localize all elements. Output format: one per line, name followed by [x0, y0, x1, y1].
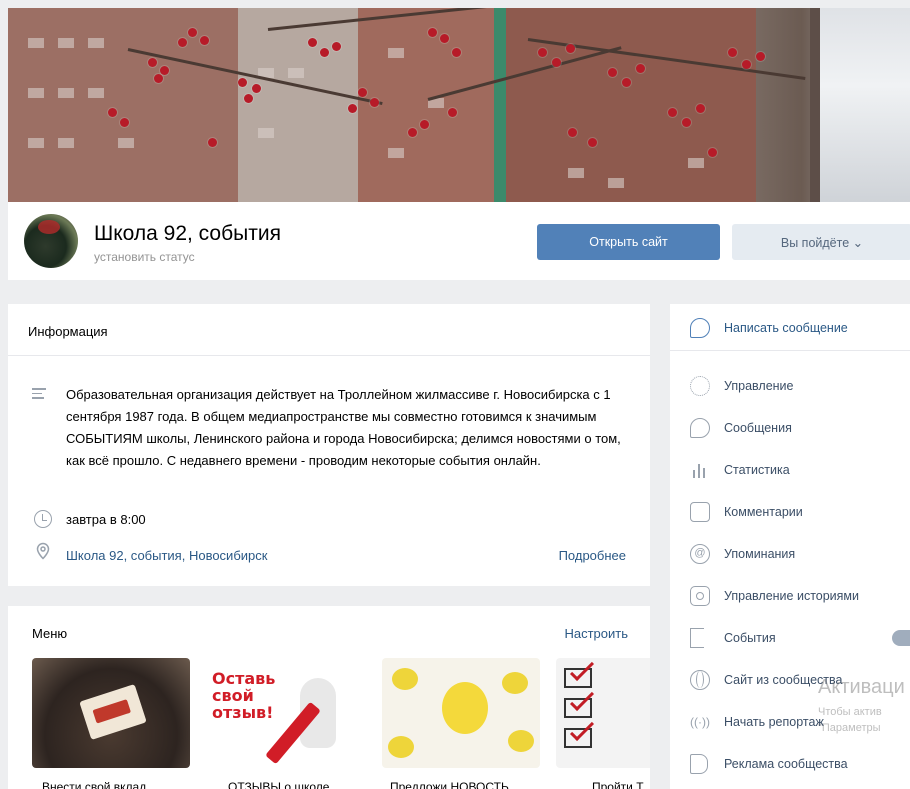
ads-icon	[690, 754, 708, 774]
sidebar-item-label: Сообщения	[724, 421, 792, 435]
green-pole	[494, 8, 506, 202]
set-status-link[interactable]: установить статус	[94, 250, 195, 264]
menu-tile-suggest-news[interactable]	[382, 658, 540, 768]
stats-icon	[690, 460, 710, 480]
activation-watermark-title: Активаци	[818, 676, 905, 698]
sidebar-item-messages[interactable]: Сообщения	[670, 408, 910, 448]
menu-tile-label[interactable]: ОТЗЫВЫ о школе	[228, 780, 329, 789]
message-icon	[690, 418, 710, 438]
open-site-button[interactable]: Открыть сайт	[537, 224, 720, 260]
write-message-button[interactable]: Написать сообщение	[670, 308, 910, 348]
location-pin-icon	[36, 542, 50, 560]
sidebar-item-label: События	[724, 631, 776, 645]
sidebar-item-label: Управление историями	[724, 589, 860, 603]
reviews-image-text: Оставь свой отзыв!	[212, 669, 276, 722]
activation-watermark-line: Чтобы актив	[818, 706, 882, 718]
badge-image	[79, 684, 147, 740]
message-bubble-icon	[690, 318, 710, 338]
sidebar-item-ads[interactable]: Реклама сообщества	[670, 744, 910, 784]
menu-tile-label[interactable]: Внести свой вклад	[42, 780, 146, 789]
events-count-badge	[892, 630, 910, 646]
at-icon: @	[690, 544, 710, 564]
sidebar-item-label: Управление	[724, 379, 794, 393]
cover-image	[8, 8, 910, 202]
sidebar-item-stories[interactable]: Управление историями	[670, 576, 910, 616]
sidebar-item-label: Упоминания	[724, 547, 796, 561]
building-center	[358, 8, 494, 202]
menu-tile-contribute[interactable]	[32, 658, 190, 768]
activation-watermark-line: "Параметры	[818, 722, 881, 734]
menu-card: Меню Настроить Внести свой вклад Оставь …	[8, 606, 650, 789]
write-message-label: Написать сообщение	[724, 321, 848, 335]
building-right	[506, 8, 756, 202]
more-link[interactable]: Подробнее	[559, 548, 626, 563]
sidebar-item-manage[interactable]: Управление	[670, 366, 910, 406]
sidebar-item-mentions[interactable]: @ Упоминания	[670, 534, 910, 574]
menu-tile-label[interactable]: Предложи НОВОСТЬ	[390, 780, 509, 789]
menu-tile-test[interactable]	[556, 658, 650, 768]
stories-icon	[690, 586, 710, 606]
comment-icon	[690, 502, 710, 522]
live-icon: ((·))	[690, 715, 710, 729]
info-heading: Информация	[8, 304, 650, 356]
gear-icon	[690, 376, 710, 396]
sidebar-item-stats[interactable]: Статистика	[670, 450, 910, 490]
avatar[interactable]	[24, 214, 78, 268]
menu-heading: Меню	[32, 626, 68, 641]
clock-icon	[34, 510, 52, 528]
location-link[interactable]: Школа 92, события, Новосибирск	[66, 548, 267, 563]
divider	[670, 350, 910, 351]
group-name: Школа 92, события	[94, 222, 281, 245]
event-time: завтра в 8:00	[66, 512, 146, 527]
description-text: Образовательная организация действует на…	[66, 387, 621, 468]
globe-icon	[690, 670, 710, 690]
snow-area	[820, 8, 910, 202]
menu-tile-label[interactable]: Пройти Т	[592, 780, 644, 789]
menu-settings-link[interactable]: Настроить	[564, 626, 628, 641]
sidebar-item-label: Статистика	[724, 463, 790, 477]
building-middle	[238, 8, 358, 202]
info-card: Информация Образовательная организация д…	[8, 304, 650, 586]
lightbulb-image	[442, 682, 488, 734]
sidebar-item-comments[interactable]: Комментарии	[670, 492, 910, 532]
event-icon	[690, 628, 704, 648]
description-icon	[32, 388, 46, 402]
sidebar-item-label: Реклама сообщества	[724, 757, 848, 771]
attend-dropdown-button[interactable]: Вы пойдёте ⌄	[732, 224, 910, 260]
sidebar-item-label: Комментарии	[724, 505, 803, 519]
group-header: Школа 92, события установить статус Откр…	[8, 202, 910, 280]
menu-tile-reviews[interactable]: Оставь свой отзыв!	[208, 658, 366, 768]
sidebar-item-events[interactable]: События	[670, 618, 910, 658]
sidebar-item-label: Начать репортаж	[724, 715, 824, 729]
